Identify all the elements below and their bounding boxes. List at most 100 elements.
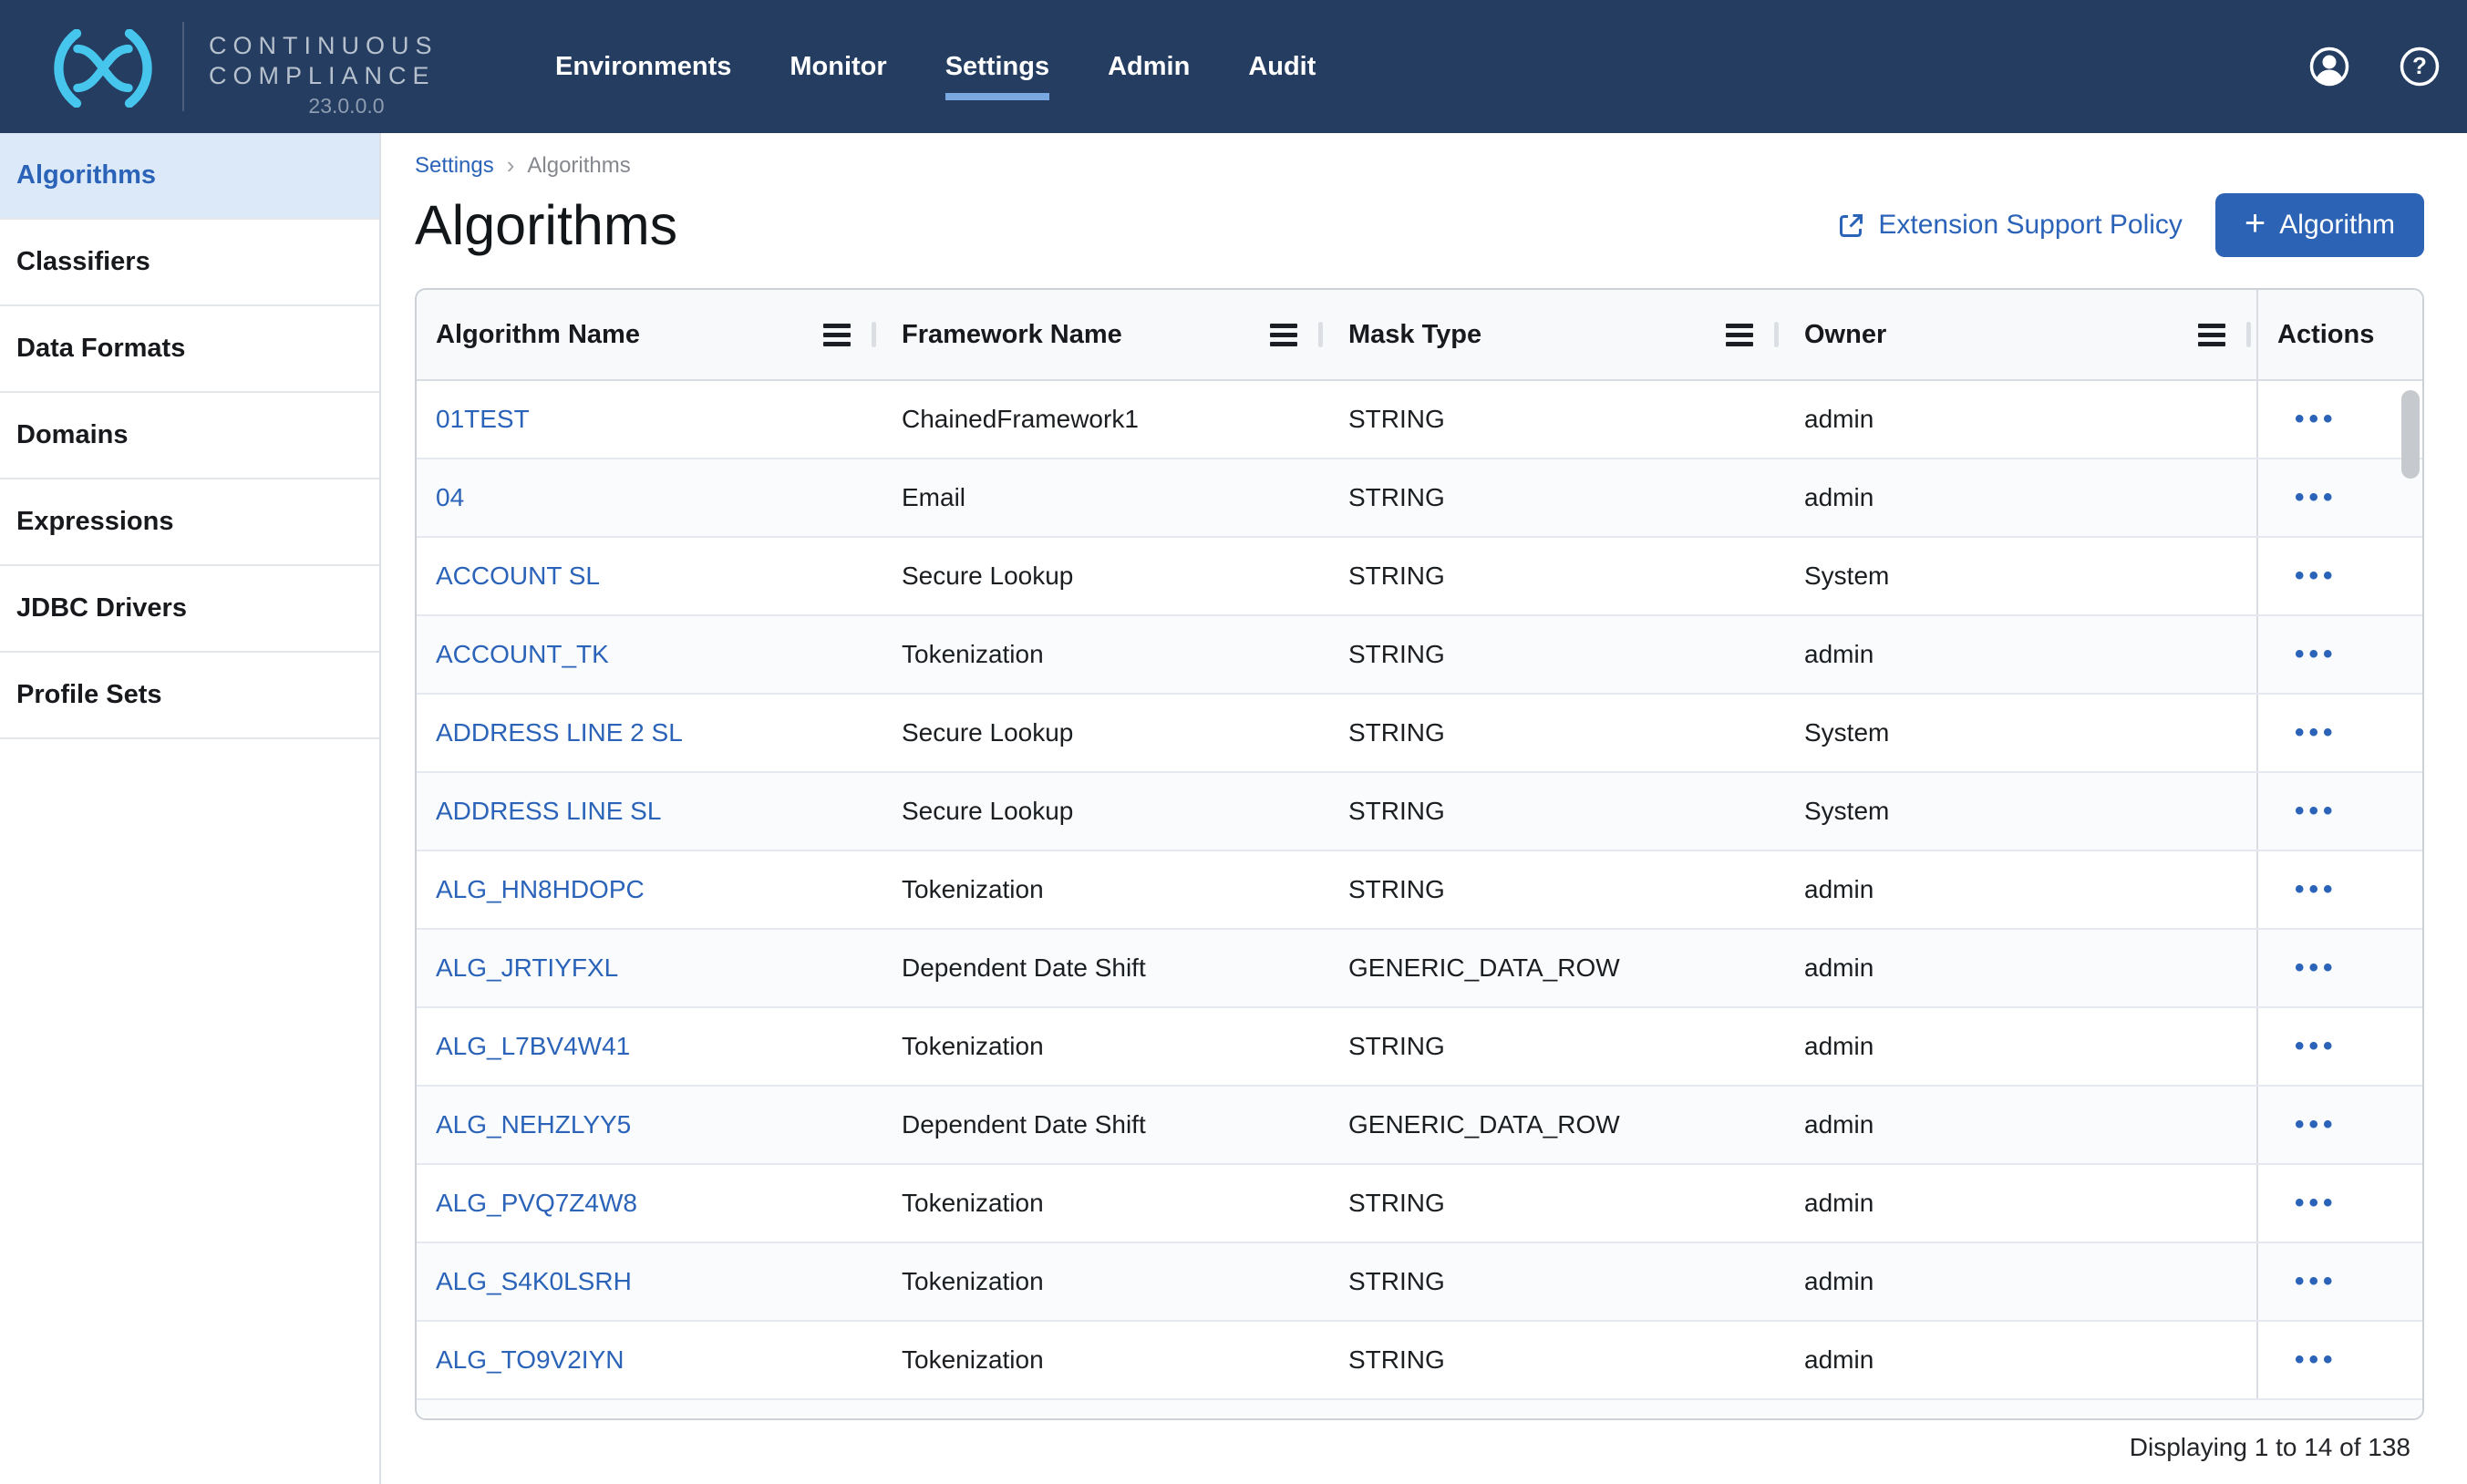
- product-name-line1: CONTINUOUS: [209, 31, 484, 61]
- cell-framework-name: Tokenization: [882, 1165, 1328, 1242]
- cell-owner: admin: [1784, 459, 2256, 536]
- row-actions-menu-button[interactable]: •••: [2295, 1345, 2338, 1376]
- product-name-line2: COMPLIANCE: [209, 61, 484, 91]
- table-body: 01TESTChainedFramework1STRINGadmin•••04E…: [417, 381, 2422, 1417]
- cell-algorithm-name: ALG_JRTIYFXL: [417, 930, 882, 1006]
- column-header-mask-type: Mask Type: [1328, 290, 1784, 379]
- column-header-framework-name: Framework Name: [882, 290, 1328, 379]
- table-row: ALG_TO9V2IYNTokenizationSTRINGadmin•••: [417, 1322, 2422, 1400]
- cell-algorithm-name: ALG_L7BV4W41: [417, 1008, 882, 1085]
- cell-owner: admin: [1784, 851, 2256, 928]
- nav-item-monitor[interactable]: Monitor: [790, 52, 886, 82]
- cell-framework-name: ChainedFramework1: [882, 381, 1328, 458]
- cell-mask-type: GENERIC_DATA_ROW: [1328, 930, 1784, 1006]
- algorithm-name-link[interactable]: ALG_JRTIYFXL: [436, 953, 618, 983]
- column-menu-icon[interactable]: [1270, 324, 1297, 346]
- algorithm-name-link[interactable]: ALG_NEHZLYY5: [436, 1110, 631, 1139]
- table-row: ALG_HN8HDOPCTokenizationSTRINGadmin•••: [417, 851, 2422, 930]
- algorithm-name-link[interactable]: ALG_L7BV4W41: [436, 1032, 630, 1061]
- table-scrollbar-thumb[interactable]: [2401, 390, 2420, 479]
- cell-framework-name: Secure Lookup: [882, 695, 1328, 771]
- cell-actions: •••: [2256, 1165, 2422, 1242]
- column-header-algorithm-name: Algorithm Name: [417, 290, 882, 379]
- cell-actions: •••: [2256, 851, 2422, 928]
- row-actions-menu-button[interactable]: •••: [2295, 1031, 2338, 1062]
- sidebar-item-jdbc-drivers[interactable]: JDBC Drivers: [0, 566, 379, 653]
- table-row: ALG_JRTIYFXLDependent Date ShiftGENERIC_…: [417, 930, 2422, 1008]
- extension-support-policy-label: Extension Support Policy: [1878, 210, 2183, 241]
- nav-item-environments[interactable]: Environments: [555, 52, 731, 82]
- cell-mask-type: STRING: [1328, 1243, 1784, 1320]
- column-header-label: Actions: [2277, 320, 2374, 350]
- nav-item-settings[interactable]: Settings: [945, 52, 1049, 82]
- table-row: ACCOUNT_TKTokenizationSTRINGadmin•••: [417, 616, 2422, 695]
- sidebar-item-algorithms[interactable]: Algorithms: [0, 133, 379, 220]
- breadcrumb: Settings › Algorithms: [415, 151, 2424, 180]
- cell-owner: System: [1784, 538, 2256, 614]
- column-menu-icon[interactable]: [823, 324, 851, 346]
- cell-mask-type: GENERIC_DATA_ROW: [1328, 1087, 1784, 1163]
- row-actions-menu-button[interactable]: •••: [2295, 482, 2338, 513]
- algorithm-name-link[interactable]: ALG_HN8HDOPC: [436, 875, 645, 904]
- nav-item-audit[interactable]: Audit: [1248, 52, 1316, 82]
- cell-actions: •••: [2256, 381, 2422, 458]
- user-profile-icon[interactable]: [2309, 46, 2349, 87]
- main-nav: Environments Monitor Settings Admin Audit: [555, 0, 1316, 133]
- row-actions-menu-button[interactable]: •••: [2295, 796, 2338, 827]
- algorithm-name-link[interactable]: ACCOUNT SL: [436, 562, 600, 591]
- row-actions-menu-button[interactable]: •••: [2295, 404, 2338, 435]
- sidebar-item-domains[interactable]: Domains: [0, 393, 379, 479]
- table-row: ADDRESS LINE SLSecure LookupSTRINGSystem…: [417, 773, 2422, 851]
- table-row: ALG_PVQ7Z4W8TokenizationSTRINGadmin•••: [417, 1165, 2422, 1243]
- delphix-logo-icon: [47, 29, 159, 108]
- cell-mask-type: STRING: [1328, 459, 1784, 536]
- algorithm-name-link[interactable]: ACCOUNT_TK: [436, 640, 609, 669]
- algorithm-name-link[interactable]: ADDRESS LINE 2 SL: [436, 718, 683, 747]
- algorithm-name-link[interactable]: ALG_S4K0LSRH: [436, 1267, 632, 1296]
- row-actions-menu-button[interactable]: •••: [2295, 874, 2338, 905]
- algorithm-name-link[interactable]: 01TEST: [436, 405, 530, 434]
- main-content: Settings › Algorithms Algorithms Extensi…: [383, 133, 2467, 1484]
- cell-mask-type: STRING: [1328, 1008, 1784, 1085]
- add-algorithm-button[interactable]: + Algorithm: [2215, 193, 2424, 257]
- nav-item-admin[interactable]: Admin: [1108, 52, 1190, 82]
- cell-algorithm-name: ACCOUNT SL: [417, 538, 882, 614]
- row-actions-menu-button[interactable]: •••: [2295, 1188, 2338, 1219]
- algorithms-table: Algorithm NameFramework NameMask TypeOwn…: [415, 288, 2424, 1420]
- cell-actions: •••: [2256, 695, 2422, 771]
- cell-framework-name: Secure Lookup: [882, 538, 1328, 614]
- svg-text:?: ?: [2412, 52, 2427, 79]
- cell-mask-type: STRING: [1328, 381, 1784, 458]
- settings-sidebar: AlgorithmsClassifiersData FormatsDomains…: [0, 133, 381, 1484]
- row-actions-menu-button[interactable]: •••: [2295, 561, 2338, 592]
- cell-owner: admin: [1784, 1087, 2256, 1163]
- sidebar-item-classifiers[interactable]: Classifiers: [0, 220, 379, 306]
- sidebar-item-data-formats[interactable]: Data Formats: [0, 306, 379, 393]
- cell-owner: admin: [1784, 616, 2256, 693]
- cell-owner: admin: [1784, 930, 2256, 1006]
- breadcrumb-current: Algorithms: [527, 153, 630, 179]
- row-actions-menu-button[interactable]: •••: [2295, 1109, 2338, 1140]
- row-actions-menu-button[interactable]: •••: [2295, 1266, 2338, 1297]
- sidebar-item-expressions[interactable]: Expressions: [0, 479, 379, 566]
- sidebar-item-profile-sets[interactable]: Profile Sets: [0, 653, 379, 739]
- row-actions-menu-button[interactable]: •••: [2295, 639, 2338, 670]
- cell-algorithm-name: ADDRESS LINE 2 SL: [417, 695, 882, 771]
- row-actions-menu-button[interactable]: •••: [2295, 953, 2338, 984]
- extension-support-policy-link[interactable]: Extension Support Policy: [1837, 210, 2183, 241]
- algorithm-name-link[interactable]: ALG_TO9V2IYN: [436, 1345, 624, 1375]
- algorithm-name-link[interactable]: ADDRESS LINE SL: [436, 797, 661, 826]
- column-menu-icon[interactable]: [2198, 324, 2225, 346]
- breadcrumb-settings-link[interactable]: Settings: [415, 153, 494, 179]
- cell-framework-name: Tokenization: [882, 616, 1328, 693]
- algorithm-name-link[interactable]: ALG_PVQ7Z4W8: [436, 1189, 637, 1218]
- table-row: ALG_L7BV4W41TokenizationSTRINGadmin•••: [417, 1008, 2422, 1087]
- algorithm-name-link[interactable]: 04: [436, 483, 464, 512]
- column-header-label: Mask Type: [1348, 320, 1481, 350]
- plus-icon: +: [2245, 205, 2266, 242]
- brand-divider: [182, 22, 184, 111]
- row-actions-menu-button[interactable]: •••: [2295, 717, 2338, 748]
- cell-actions: •••: [2256, 930, 2422, 1006]
- column-menu-icon[interactable]: [1726, 324, 1753, 346]
- help-icon[interactable]: ?: [2400, 46, 2440, 87]
